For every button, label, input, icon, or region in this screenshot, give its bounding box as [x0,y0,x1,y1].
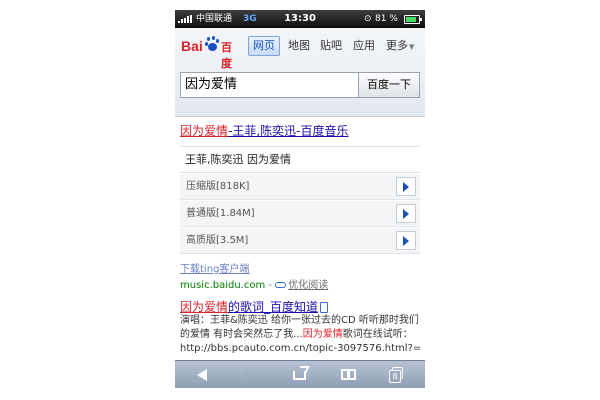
logo-text-baidu: 百度 [221,41,232,70]
version-row: 高质版[3.5M] [180,228,420,254]
play-button[interactable] [396,204,416,223]
back-arrow-icon [197,369,207,381]
result-snippet: 演唱：王菲&陈奕迅 给你一张过去的CD 听听那时我们的爱情 有时会突然忘了我..… [180,314,424,356]
title-highlight: 因为爱情 [180,300,229,314]
battery-percent: 81 % [375,14,398,24]
bookmarks-button[interactable] [335,361,365,388]
version-row: 压缩版[818K] [180,174,420,200]
tab-count: 8 [389,370,401,383]
song-artist-line: 王菲,陈奕迅 因为爱情 [180,147,420,173]
logo-text-bai: Bai [181,38,203,54]
play-icon [403,236,409,246]
baidu-logo[interactable]: Bai 百度 [181,36,241,70]
rotation-lock-icon: ⊙ [364,14,372,24]
search-results: 因为爱情-王菲,陈奕迅-百度音乐 王菲,陈奕迅 因为爱情 压缩版[818K] 普… [175,116,425,360]
battery-icon [404,15,422,24]
version-label: 压缩版[818K] [186,181,250,192]
result-url: music.baidu.com [180,280,266,291]
search-input[interactable]: 因为爱情 [180,72,358,98]
mobile-icon [320,302,329,313]
tab-more[interactable]: 更多▼ [386,36,414,56]
tab-map[interactable]: 地图 [288,36,310,56]
url-separator: - [265,280,276,291]
music-box: 王菲,陈奕迅 因为爱情 压缩版[818K] 普通版[1.84M] 高质版[3.5… [180,146,420,257]
tab-tieba[interactable]: 贴吧 [320,36,342,56]
forward-arrow-icon [245,369,255,381]
optimize-icon [275,282,287,288]
paw-icon [205,36,220,52]
play-icon [403,209,409,219]
tab-apps[interactable]: 应用 [353,36,375,56]
version-label: 普通版[1.84M] [186,208,255,219]
tab-more-label: 更多 [386,39,408,52]
back-button[interactable] [187,361,217,388]
download-client-link[interactable]: 下载ting客户端 [180,260,249,275]
title-rest: -王菲,陈奕迅-百度音乐 [228,124,349,138]
phone-screen: 中国联通 3G 13:30 ⊙ 81 % Bai 百度 网页 地图 贴吧 应用 … [175,10,425,388]
play-icon [403,182,409,192]
play-button[interactable] [396,177,416,196]
version-label: 高质版[3.5M] [186,235,249,246]
chevron-down-icon: ▼ [409,43,415,51]
result-lyrics-title[interactable]: 因为爱情的歌词_百度知道 [180,298,329,315]
tabs-button[interactable]: 8 [382,361,412,388]
snippet-highlight: 因为爱情 [302,329,343,340]
share-button[interactable] [286,361,316,388]
version-row: 普通版[1.84M] [180,201,420,227]
forward-button[interactable] [235,361,265,388]
search-button[interactable]: 百度一下 [358,72,420,98]
title-highlight: 因为爱情 [180,124,229,138]
result-music-title[interactable]: 因为爱情-王菲,陈奕迅-百度音乐 [180,122,349,139]
status-bar: 中国联通 3G 13:30 ⊙ 81 % [175,10,425,28]
result-url-line: music.baidu.com - 优化阅读 [180,276,328,291]
safari-toolbar: 8 [175,360,425,388]
optimize-reading-link[interactable]: 优化阅读 [288,280,328,291]
browser-header: Bai 百度 网页 地图 贴吧 应用 更多▼ 因为爱情 百度一下 [175,28,425,117]
title-rest: 的歌词_百度知道 [228,300,319,314]
play-button[interactable] [396,231,416,250]
tab-web[interactable]: 网页 [248,36,280,56]
